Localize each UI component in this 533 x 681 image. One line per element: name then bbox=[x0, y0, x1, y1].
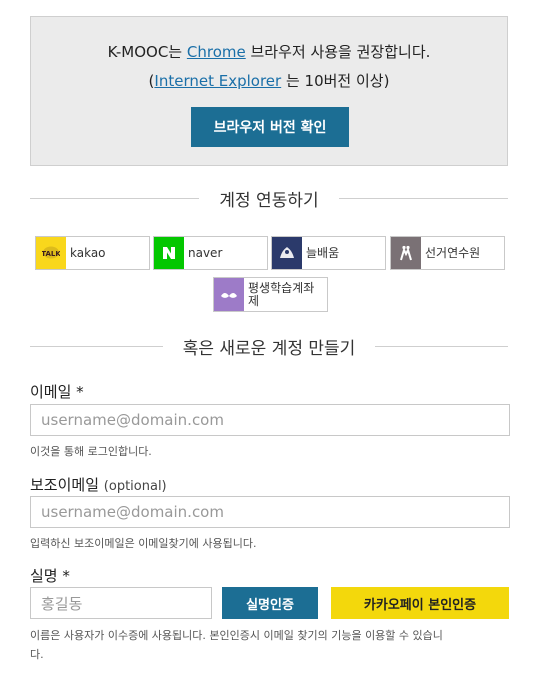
election-icon bbox=[391, 237, 421, 269]
name-input[interactable]: 홍길동 bbox=[30, 587, 212, 619]
browser-notice: K-MOOC는 Chrome 브라우저 사용을 권장합니다. (Internet… bbox=[30, 16, 508, 166]
sub-email-label: 보조이메일 (optional) bbox=[30, 474, 167, 495]
neulbaeum-login-button[interactable]: 늘배움 bbox=[271, 236, 386, 270]
new-account-heading: 혹은 새로운 계정 만들기 bbox=[30, 334, 508, 359]
kakaopay-verify-button[interactable]: 카카오페이 본인인증 bbox=[331, 587, 509, 619]
email-hint: 이것을 통해 로그인합니다. bbox=[30, 445, 152, 458]
name-verify-button[interactable]: 실명인증 bbox=[222, 587, 318, 619]
sub-email-hint: 입력하신 보조이메일은 이메일찾기에 사용됩니다. bbox=[30, 537, 257, 550]
account-link-heading: 계정 연동하기 bbox=[30, 186, 508, 211]
neulbaeum-label: 늘배움 bbox=[306, 245, 340, 260]
account-link-title: 계정 연동하기 bbox=[219, 190, 319, 211]
lifelong-icon bbox=[214, 278, 244, 311]
svg-text:TALK: TALK bbox=[42, 250, 60, 258]
email-label: 이메일 * bbox=[30, 383, 84, 401]
kakao-login-button[interactable]: TALK kakao bbox=[35, 236, 150, 270]
name-hint: 이름은 사용자가 이수증에 사용됩니다. 본인인증시 이메일 찾기의 기능을 이… bbox=[30, 627, 510, 662]
notice-line-1: K-MOOC는 Chrome 브라우저 사용을 권장합니다. bbox=[107, 43, 431, 61]
election-login-button[interactable]: 선거연수원 bbox=[390, 236, 505, 270]
neulbaeum-icon bbox=[272, 237, 302, 269]
kakao-label: kakao bbox=[70, 245, 106, 260]
new-account-title: 혹은 새로운 계정 만들기 bbox=[182, 338, 356, 359]
optional-tag: (optional) bbox=[103, 479, 167, 494]
naver-login-button[interactable]: naver bbox=[153, 236, 268, 270]
sub-email-label-text: 보조이메일 bbox=[30, 476, 100, 494]
lifelong-label: 평생학습계좌제 bbox=[248, 280, 315, 308]
email-input[interactable]: username@domain.com bbox=[30, 404, 510, 436]
internet-explorer-link[interactable]: Internet Explorer bbox=[154, 72, 281, 90]
election-label: 선거연수원 bbox=[425, 245, 481, 260]
notice-line-2: (Internet Explorer 는 10버전 이상) bbox=[148, 72, 390, 90]
name-label: 실명 * bbox=[30, 567, 70, 585]
chrome-link[interactable]: Chrome bbox=[187, 43, 246, 61]
browser-version-check-button[interactable]: 브라우저 버전 확인 bbox=[191, 107, 349, 147]
sub-email-input[interactable]: username@domain.com bbox=[30, 496, 510, 528]
name-hint-line-2: 다. bbox=[30, 648, 44, 661]
lifelong-login-button[interactable]: 평생학습계좌제 bbox=[213, 277, 328, 312]
naver-icon bbox=[154, 237, 184, 269]
name-hint-line-1: 이름은 사용자가 이수증에 사용됩니다. 본인인증시 이메일 찾기의 기능을 이… bbox=[30, 629, 443, 642]
kakao-icon: TALK bbox=[36, 237, 66, 269]
naver-label: naver bbox=[188, 245, 223, 260]
